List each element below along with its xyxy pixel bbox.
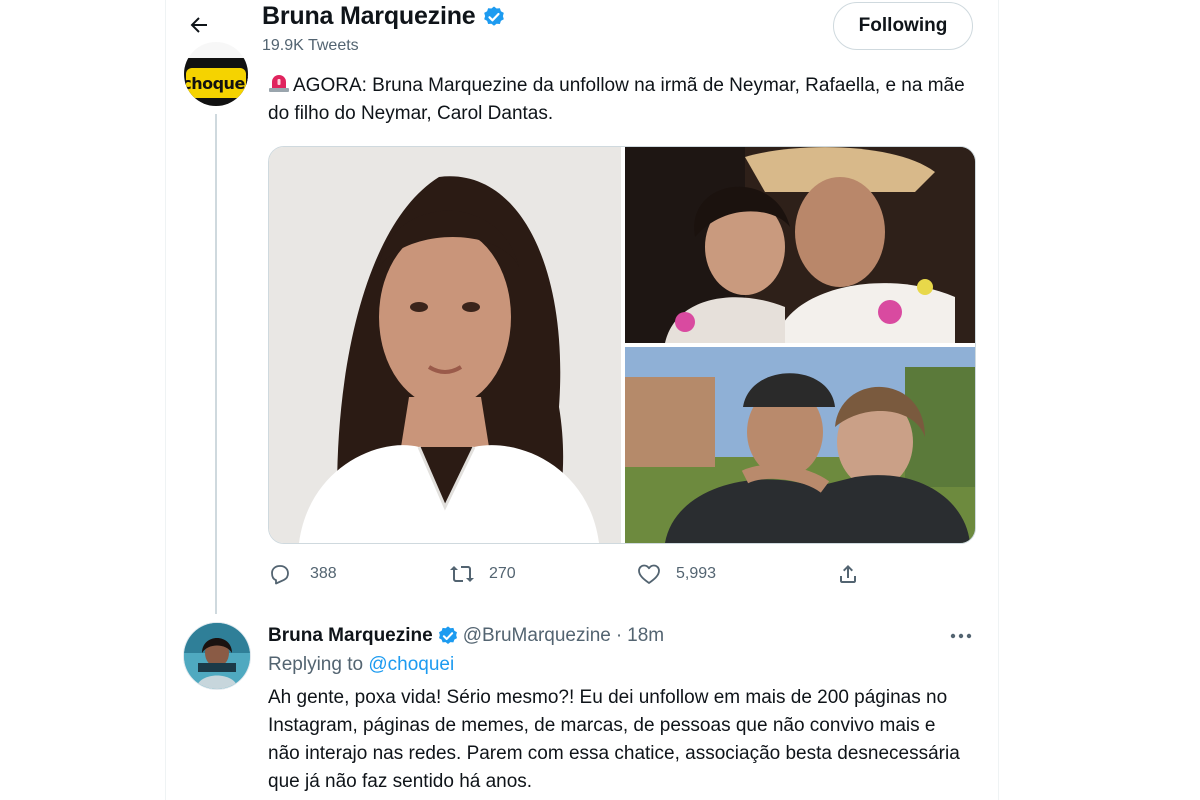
back-arrow-icon: [190, 17, 207, 33]
reply-action[interactable]: 388: [268, 562, 337, 586]
back-button[interactable]: [182, 8, 216, 42]
reply-text: Ah gente, poxa vida! Sério mesmo?! Eu de…: [268, 687, 960, 792]
reply-header: Bruna Marquezine @BruMarquezine · 18m: [268, 623, 664, 649]
media-photo-1[interactable]: [269, 147, 621, 543]
media-photo-2[interactable]: [625, 147, 975, 343]
share-icon: [840, 565, 856, 583]
portrait-image: [269, 147, 621, 543]
tweets-count: 19.9K Tweets: [262, 37, 359, 54]
more-options-button[interactable]: [946, 626, 976, 646]
reply-author-name[interactable]: Bruna Marquezine: [268, 625, 433, 647]
tweet-text-body: AGORA: Bruna Marquezine da unfollow na i…: [268, 75, 965, 124]
like-count: 5,993: [676, 565, 717, 582]
tweet-media-grid: [268, 146, 976, 544]
replying-to-line: Replying to @choquei: [268, 654, 454, 676]
couple-hug-image: [625, 147, 975, 343]
choquei-logo: choquei: [184, 68, 248, 98]
replying-to-link[interactable]: @choquei: [368, 654, 454, 675]
left-margin: [0, 0, 165, 800]
like-action[interactable]: 5,993: [636, 562, 716, 586]
choquei-logo-text: choquei: [184, 73, 248, 93]
profile-header: Bruna Marquezine 19.9K Tweets Following: [166, 0, 998, 58]
tweet-text: AGORA: Bruna Marquezine da unfollow na i…: [268, 72, 968, 128]
verified-badge-icon: [438, 626, 457, 644]
verified-badge-icon: [483, 6, 504, 26]
reply-author-avatar[interactable]: [183, 622, 251, 690]
following-button[interactable]: Following: [833, 2, 973, 50]
reply-author-handle[interactable]: @BruMarquezine: [463, 625, 611, 647]
outdoor-hug-image: [625, 347, 975, 543]
right-margin: [998, 0, 1200, 800]
tweet-actions: 388 270 5,993: [268, 562, 868, 588]
thread-connector-line: [215, 114, 217, 614]
timeline-column: Bruna Marquezine 19.9K Tweets Following …: [165, 0, 999, 800]
retweet-icon: [450, 566, 474, 582]
more-options-icon: [950, 633, 972, 639]
reply-count: 388: [310, 565, 337, 582]
retweet-count: 270: [489, 565, 516, 582]
media-photo-3[interactable]: [625, 347, 975, 543]
reply-icon: [271, 565, 289, 585]
separator-dot: ·: [615, 625, 623, 646]
avatar-image: [184, 623, 250, 689]
profile-name-text: Bruna Marquezine: [262, 2, 476, 30]
replying-to-prefix: Replying to: [268, 654, 364, 675]
siren-icon: [269, 75, 289, 92]
reply-timestamp[interactable]: 18m: [627, 625, 664, 647]
retweet-action[interactable]: 270: [449, 562, 516, 586]
like-icon: [638, 564, 660, 584]
profile-name: Bruna Marquezine: [262, 2, 506, 31]
share-action[interactable]: [836, 562, 860, 586]
